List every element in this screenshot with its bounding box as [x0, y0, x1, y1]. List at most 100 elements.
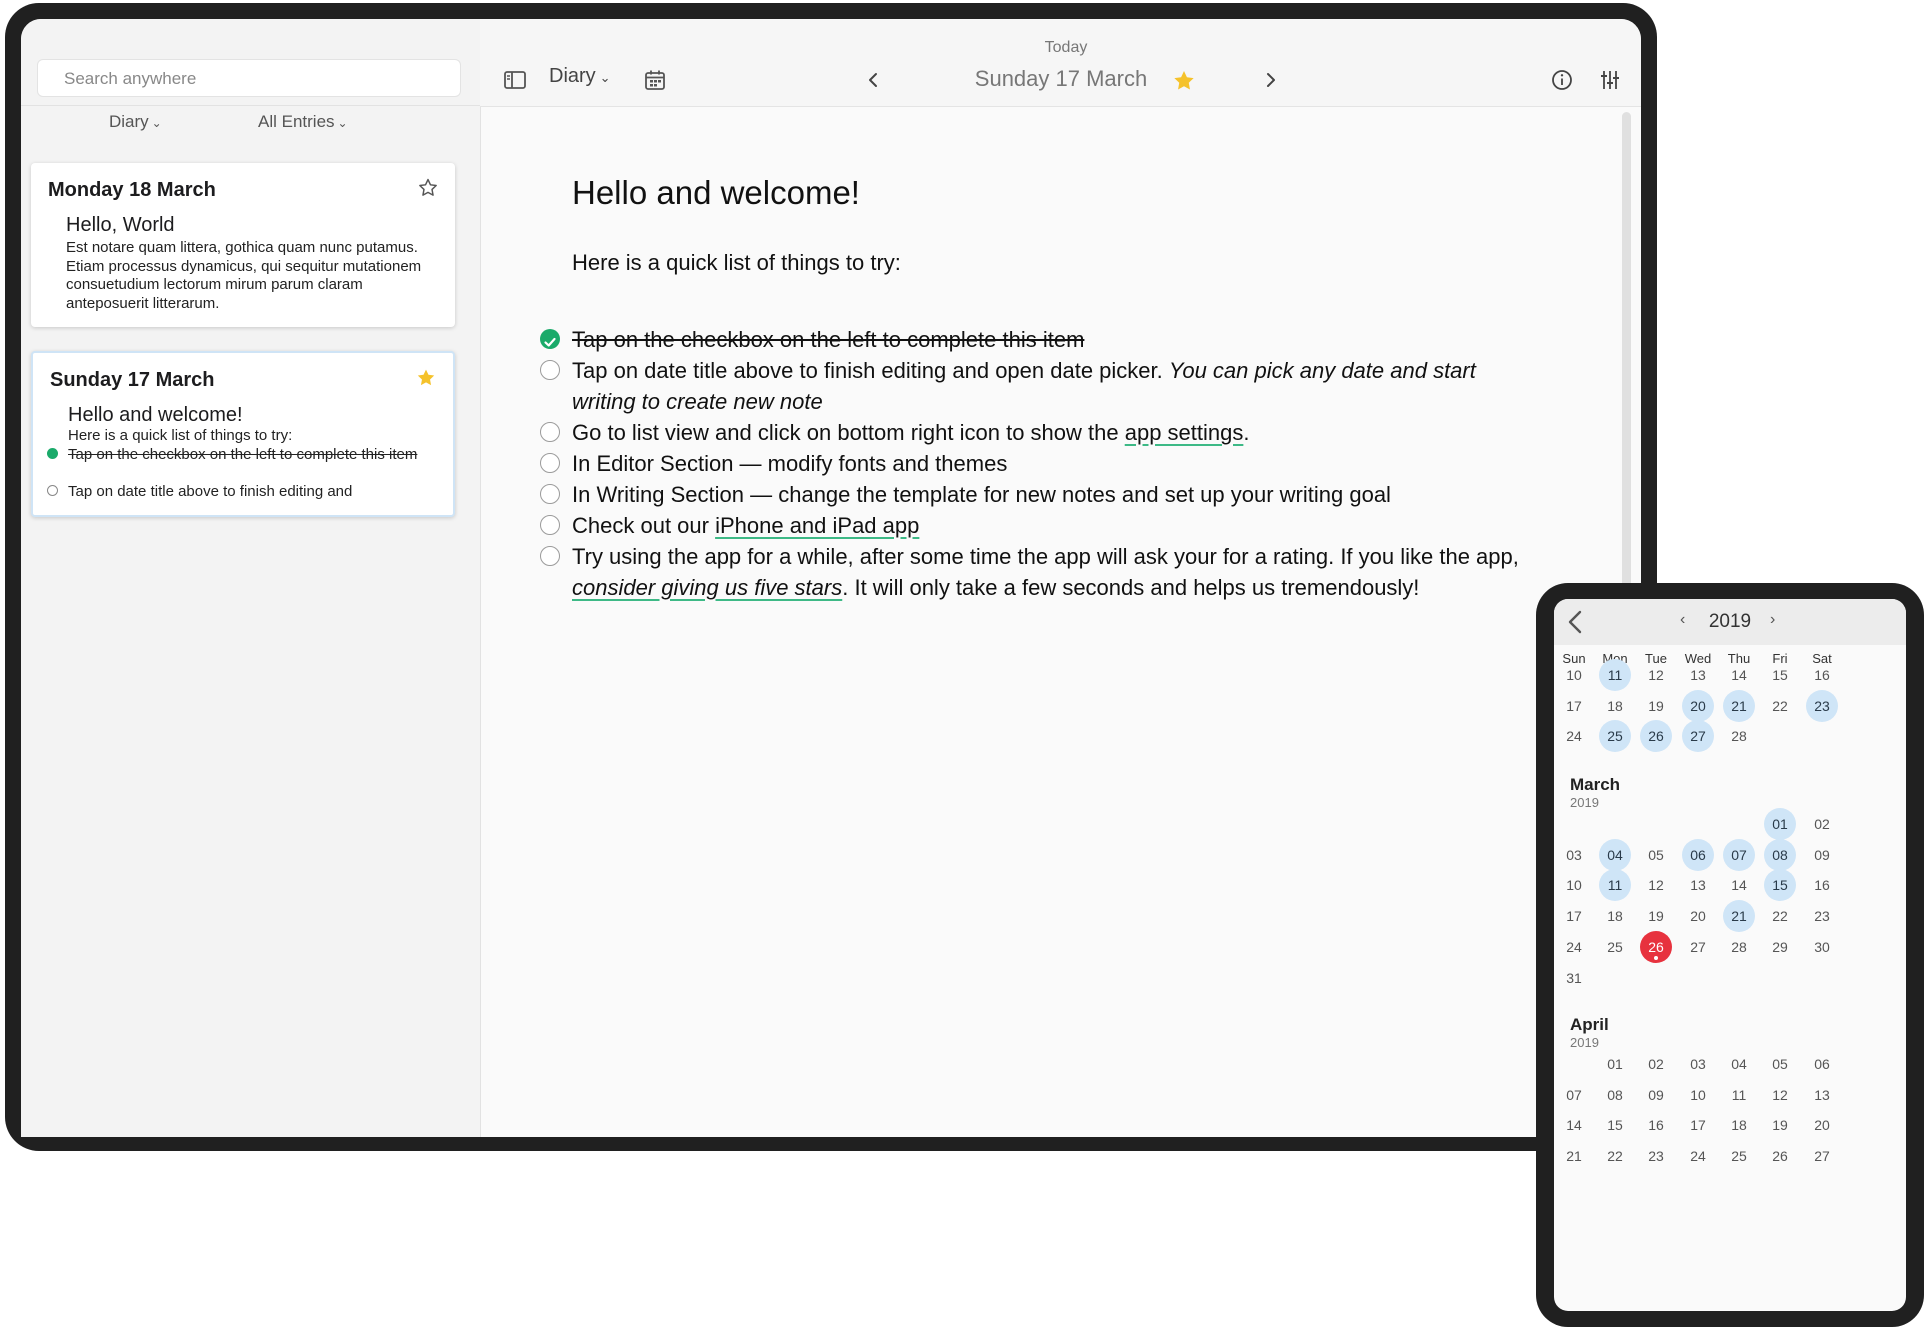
- calendar-day[interactable]: 25: [1723, 1140, 1755, 1172]
- note-intro[interactable]: Here is a quick list of things to try:: [572, 250, 901, 276]
- star-outline-icon[interactable]: [417, 177, 439, 199]
- calendar-day[interactable]: 25: [1599, 931, 1631, 963]
- calendar-day[interactable]: 08: [1599, 1079, 1631, 1111]
- checkbox-empty-icon[interactable]: [540, 546, 560, 566]
- calendar-day[interactable]: 03: [1682, 1048, 1714, 1080]
- calendar-day[interactable]: 06: [1806, 1048, 1838, 1080]
- journal-dropdown[interactable]: Diary ⌄: [549, 65, 611, 88]
- calendar-day[interactable]: 18: [1599, 900, 1631, 932]
- journal-filter-dropdown[interactable]: Diary ⌄: [109, 107, 162, 138]
- calendar-day[interactable]: 19: [1764, 1109, 1796, 1141]
- calendar-day[interactable]: 15: [1764, 659, 1796, 691]
- task-text[interactable]: Tap on date title above to finish editin…: [572, 358, 1169, 383]
- task-text-end[interactable]: . It will only take a few seconds and he…: [842, 575, 1419, 600]
- calendar-day[interactable]: 22: [1764, 690, 1796, 722]
- calendar-day[interactable]: 17: [1558, 690, 1590, 722]
- calendar-day-with-entry[interactable]: 23: [1806, 689, 1838, 722]
- calendar-day-with-entry[interactable]: 11: [1599, 659, 1631, 691]
- iphone-ipad-app-link[interactable]: iPhone and iPad app: [715, 513, 919, 538]
- app-settings-link[interactable]: app settings: [1125, 420, 1244, 445]
- calendar-day[interactable]: 30: [1806, 931, 1838, 963]
- calendar-day[interactable]: 16: [1806, 659, 1838, 691]
- calendar-day[interactable]: 13: [1682, 869, 1714, 901]
- calendar-day[interactable]: 09: [1640, 1079, 1672, 1111]
- calendar-day[interactable]: 24: [1558, 931, 1590, 963]
- calendar-day[interactable]: 14: [1723, 659, 1755, 691]
- sidebar-toggle-icon[interactable]: [502, 67, 528, 93]
- task-text[interactable]: Tap on the checkbox on the left to compl…: [572, 327, 1084, 352]
- calendar-day-with-entry[interactable]: 21: [1723, 900, 1755, 933]
- calendar-day[interactable]: 22: [1599, 1140, 1631, 1172]
- calendar-day[interactable]: 24: [1558, 720, 1590, 752]
- checkbox-checked-icon[interactable]: [540, 329, 560, 349]
- calendar-day-today[interactable]: 26: [1640, 930, 1672, 963]
- calendar-day[interactable]: 19: [1640, 690, 1672, 722]
- calendar-day[interactable]: 14: [1558, 1109, 1590, 1141]
- entries-filter-dropdown[interactable]: All Entries ⌄: [258, 107, 348, 138]
- calendar-day[interactable]: 05: [1640, 839, 1672, 871]
- calendar-day[interactable]: 10: [1558, 659, 1590, 691]
- task-text[interactable]: Go to list view and click on bottom righ…: [572, 420, 1125, 445]
- calendar-day[interactable]: 24: [1682, 1140, 1714, 1172]
- settings-sliders-icon[interactable]: [1597, 67, 1623, 93]
- calendar-day[interactable]: 01: [1599, 1048, 1631, 1080]
- calendar-day-with-entry[interactable]: 25: [1599, 720, 1631, 753]
- calendar-day[interactable]: 02: [1806, 808, 1838, 840]
- calendar-day[interactable]: 22: [1764, 900, 1796, 932]
- star-filled-icon[interactable]: [1171, 68, 1197, 94]
- calendar-day[interactable]: 26: [1764, 1140, 1796, 1172]
- today-label[interactable]: Today: [1021, 39, 1111, 57]
- calendar-day[interactable]: 20: [1806, 1109, 1838, 1141]
- next-year-icon[interactable]: ›: [1770, 611, 1775, 629]
- date-title[interactable]: Sunday 17 March: [951, 66, 1171, 92]
- calendar-day[interactable]: 18: [1599, 690, 1631, 722]
- checkbox-empty-icon[interactable]: [540, 484, 560, 504]
- task-text[interactable]: Try using the app for a while, after som…: [572, 544, 1519, 569]
- calendar-day[interactable]: 12: [1764, 1079, 1796, 1111]
- calendar-day[interactable]: 12: [1640, 659, 1672, 691]
- next-day-icon[interactable]: [1257, 67, 1283, 93]
- calendar-day-with-entry[interactable]: 07: [1723, 838, 1755, 871]
- star-filled-icon[interactable]: [415, 367, 437, 389]
- calendar-day[interactable]: 27: [1682, 931, 1714, 963]
- calendar-day[interactable]: 02: [1640, 1048, 1672, 1080]
- checkbox-empty-icon[interactable]: [540, 515, 560, 535]
- calendar-day[interactable]: 05: [1764, 1048, 1796, 1080]
- checkbox-empty-icon[interactable]: [540, 360, 560, 380]
- task-text-end[interactable]: .: [1243, 420, 1249, 445]
- calendar-day[interactable]: 03: [1558, 839, 1590, 871]
- note-heading[interactable]: Hello and welcome!: [572, 174, 860, 212]
- calendar-day[interactable]: 20: [1682, 900, 1714, 932]
- calendar-day-with-entry[interactable]: 27: [1682, 720, 1714, 753]
- calendar-day[interactable]: 23: [1806, 900, 1838, 932]
- calendar-day[interactable]: 04: [1723, 1048, 1755, 1080]
- calendar-day[interactable]: 17: [1682, 1109, 1714, 1141]
- task-text[interactable]: In Editor Section — modify fonts and the…: [572, 451, 1007, 476]
- calendar-day[interactable]: 27: [1806, 1140, 1838, 1172]
- calendar-day[interactable]: 13: [1806, 1079, 1838, 1111]
- calendar-day[interactable]: 09: [1806, 839, 1838, 871]
- calendar-day-with-entry[interactable]: 04: [1599, 838, 1631, 871]
- calendar-day-with-entry[interactable]: 26: [1640, 720, 1672, 753]
- previous-day-icon[interactable]: [861, 67, 887, 93]
- entry-card-selected[interactable]: Sunday 17 March Hello and welcome! Here …: [31, 351, 455, 517]
- calendar-day[interactable]: 28: [1723, 720, 1755, 752]
- calendar-day[interactable]: 17: [1558, 900, 1590, 932]
- calendar-day-with-entry[interactable]: 15: [1764, 869, 1796, 902]
- calendar-day[interactable]: 13: [1682, 659, 1714, 691]
- calendar-day-with-entry[interactable]: 08: [1764, 838, 1796, 871]
- calendar-day[interactable]: 10: [1682, 1079, 1714, 1111]
- calendar-day[interactable]: 16: [1640, 1109, 1672, 1141]
- calendar-day[interactable]: 07: [1558, 1079, 1590, 1111]
- calendar-day[interactable]: 11: [1723, 1079, 1755, 1111]
- calendar-day-with-entry[interactable]: 21: [1723, 689, 1755, 722]
- calendar-day[interactable]: 18: [1723, 1109, 1755, 1141]
- calendar-day[interactable]: 10: [1558, 869, 1590, 901]
- calendar-day-with-entry[interactable]: 20: [1682, 689, 1714, 722]
- calendar-day[interactable]: 28: [1723, 931, 1755, 963]
- info-icon[interactable]: [1549, 67, 1575, 93]
- checkbox-empty-icon[interactable]: [540, 422, 560, 442]
- calendar-day[interactable]: 12: [1640, 869, 1672, 901]
- calendar-day[interactable]: 19: [1640, 900, 1672, 932]
- calendar-day[interactable]: 31: [1558, 962, 1590, 994]
